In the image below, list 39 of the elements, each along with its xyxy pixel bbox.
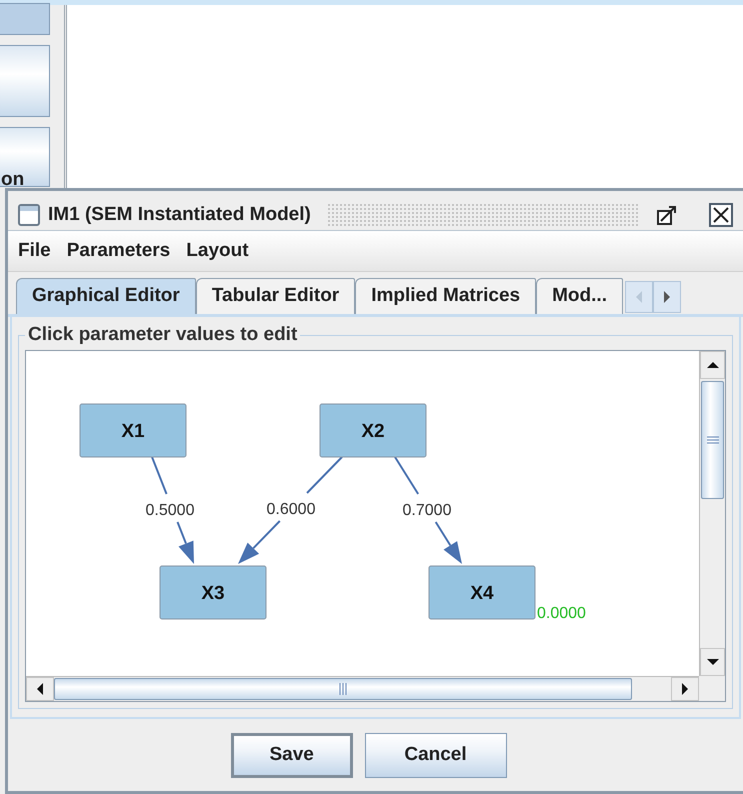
left-arrow-icon [36,683,44,695]
right-arrow-icon [681,683,689,695]
tab[interactable]: Implied Matrices [355,278,536,314]
scroll-thumb[interactable] [701,381,724,499]
variable-node[interactable]: X2 [320,404,426,458]
variable-node[interactable]: X3 [160,566,266,620]
scroll-left-button[interactable] [26,677,54,701]
scroll-up-button[interactable] [700,351,725,379]
edge-weight[interactable]: 0.7000 [402,502,452,519]
right-arrow-icon [662,291,671,303]
menu-item[interactable]: File [12,238,57,264]
down-arrow-icon [706,658,718,666]
edge-weight[interactable]: 0.5000 [146,502,194,519]
variable-node[interactable]: X4 [428,566,536,620]
scroll-right-button[interactable] [671,677,699,701]
vertical-scrollbar[interactable] [699,351,725,676]
tab[interactable]: Graphical Editor [16,278,196,314]
window-title: IM1 (SEM Instantiated Model) [48,204,311,226]
close-icon[interactable] [709,202,733,226]
window-icon [18,204,40,226]
dialog-button[interactable]: Cancel [364,732,506,778]
tab[interactable]: Mod... [536,278,623,314]
scroll-down-button[interactable] [700,648,725,676]
up-arrow-icon [706,361,718,369]
panel-button-label: on [1,169,24,191]
horizontal-scrollbar[interactable] [26,676,699,701]
edge-weight[interactable]: 0.6000 [266,501,316,518]
dialog-button[interactable]: Save [230,732,352,778]
panel-button[interactable] [0,127,50,187]
tab[interactable]: Tabular Editor [196,278,356,314]
grip-icon [706,436,718,444]
grip-icon [339,683,347,695]
menu-item[interactable]: Parameters [60,238,176,264]
variable-node[interactable]: X1 [80,404,186,458]
group-title: Click parameter values to edit [25,324,300,346]
left-arrow-icon [634,291,643,303]
tab-scroll-right-button[interactable] [652,281,681,313]
scroll-thumb[interactable] [54,678,632,700]
menu-item[interactable]: Layout [180,238,255,264]
